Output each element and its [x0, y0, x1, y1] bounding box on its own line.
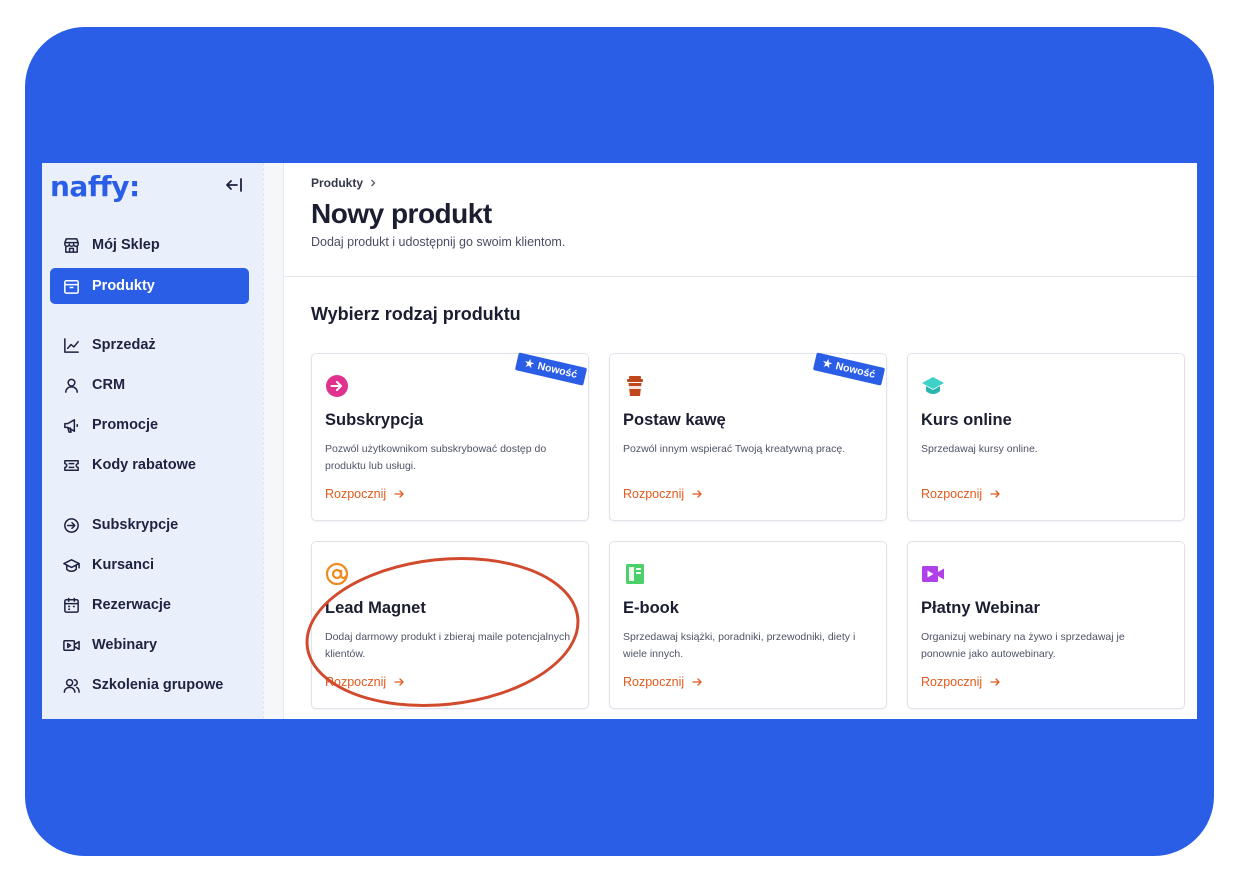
- card-title: Postaw kawę: [623, 411, 726, 429]
- arrow-left-bar-icon: [226, 178, 242, 192]
- product-card-subskrypcja[interactable]: Subskrypcja Pozwól użytkownikom subskryb…: [311, 352, 589, 521]
- arrow-right-icon: [692, 678, 703, 686]
- video-camera-icon: [61, 635, 81, 655]
- sidebar-item-label: Produkty: [92, 278, 155, 294]
- sidebar: naffy: Mój Sklep Produkty Sprzedaż CRM P…: [42, 163, 263, 719]
- sidebar-item-label: Szkolenia grupowe: [92, 677, 224, 693]
- card-description: Pozwól innym wspierać Twoją kreatywną pr…: [623, 443, 846, 455]
- new-badge-label: Nowość: [834, 360, 877, 381]
- sidebar-item-label: Sprzedaż: [92, 337, 156, 353]
- arrow-right-icon: [394, 490, 405, 498]
- start-link[interactable]: Rozpocznij: [623, 487, 703, 501]
- users-icon: [61, 675, 81, 695]
- start-link-label: Rozpocznij: [623, 675, 685, 689]
- card-title: Kurs online: [921, 411, 1012, 429]
- start-link[interactable]: Rozpocznij: [921, 487, 1001, 501]
- store-icon: [61, 235, 81, 255]
- calendar-icon: [61, 595, 81, 615]
- star-icon: ★: [821, 357, 834, 371]
- sidebar-item-label: CRM: [92, 377, 126, 393]
- sidebar-item-kursanci[interactable]: Kursanci: [50, 547, 249, 583]
- main-content: Produkty Nowy produkt Dodaj produkt i ud…: [284, 163, 1197, 719]
- sidebar-item-label: Rezerwacje: [92, 597, 171, 613]
- card-description: Organizuj webinary na żywo i sprzedawaj …: [921, 631, 1125, 660]
- product-card-platny-webinar[interactable]: Płatny Webinar Organizuj webinary na żyw…: [907, 541, 1185, 709]
- sidebar-item-rezerwacje[interactable]: Rezerwacje: [50, 587, 249, 623]
- arrow-right-icon: [692, 490, 703, 498]
- sidebar-item-label: Kursanci: [92, 557, 155, 573]
- start-link-label: Rozpocznij: [921, 675, 983, 689]
- naffy-logo[interactable]: naffy:: [50, 170, 140, 203]
- breadcrumb-link-produkty[interactable]: Produkty: [311, 176, 363, 190]
- sidebar-item-produkty[interactable]: Produkty: [50, 268, 249, 304]
- arrow-right-icon: [990, 678, 1001, 686]
- at-sign-icon: [325, 562, 349, 586]
- page-title: Nowy produkt: [311, 198, 492, 229]
- chart-line-icon: [61, 335, 81, 355]
- ticket-icon: [61, 455, 81, 475]
- product-card-e-book[interactable]: E-book Sprzedawaj książki, poradniki, pr…: [609, 541, 887, 709]
- sidebar-item-moj-sklep[interactable]: Mój Sklep: [50, 227, 249, 263]
- sidebar-item-label: Webinary: [92, 637, 158, 653]
- megaphone-icon: [61, 415, 81, 435]
- sidebar-item-webinary[interactable]: Webinary: [50, 627, 249, 663]
- sidebar-item-sprzedaz[interactable]: Sprzedaż: [50, 327, 249, 363]
- card-description: Pozwól użytkownikom subskrybować dostęp …: [325, 443, 547, 472]
- card-description: Sprzedawaj książki, poradniki, przewodni…: [623, 631, 856, 660]
- start-link-label: Rozpocznij: [325, 675, 387, 689]
- sidebar-item-kody-rabatowe[interactable]: Kody rabatowe: [50, 447, 249, 483]
- start-link-label: Rozpocznij: [921, 487, 983, 501]
- coffee-cup-icon: [627, 376, 643, 396]
- subscription-icon: [61, 515, 81, 535]
- product-card-lead-magnet[interactable]: Lead Magnet Dodaj darmowy produkt i zbie…: [311, 541, 589, 709]
- sidebar-item-label: Mój Sklep: [92, 237, 160, 253]
- start-link[interactable]: Rozpocznij: [623, 675, 703, 689]
- box-icon: [61, 276, 81, 296]
- user-icon: [61, 375, 81, 395]
- card-title: Płatny Webinar: [921, 599, 1040, 617]
- new-badge: ★ Nowość: [813, 352, 886, 386]
- arrow-right-icon: [990, 490, 1001, 498]
- card-title: E-book: [623, 599, 679, 617]
- start-link-label: Rozpocznij: [623, 487, 685, 501]
- sidebar-item-label: Kody rabatowe: [92, 457, 196, 473]
- header-divider: [284, 276, 1197, 277]
- sidebar-item-label: Subskrypcje: [92, 517, 179, 533]
- sidebar-divider: [263, 163, 284, 719]
- card-title: Lead Magnet: [325, 599, 426, 617]
- start-link[interactable]: Rozpocznij: [325, 487, 405, 501]
- section-title: Wybierz rodzaj produktu: [311, 304, 521, 324]
- card-description: Sprzedawaj kursy online.: [921, 443, 1038, 455]
- start-link[interactable]: Rozpocznij: [325, 675, 405, 689]
- sidebar-item-crm[interactable]: CRM: [50, 367, 249, 403]
- graduation-cap-icon: [61, 555, 81, 575]
- breadcrumb: Produkty: [311, 176, 377, 190]
- video-camera-icon: [922, 566, 944, 582]
- star-icon: ★: [523, 357, 536, 371]
- graduation-cap-icon: [922, 377, 944, 394]
- app-window: naffy: Mój Sklep Produkty Sprzedaż CRM P…: [42, 163, 1197, 719]
- sidebar-item-subskrypcje[interactable]: Subskrypcje: [50, 507, 249, 543]
- sidebar-item-promocje[interactable]: Promocje: [50, 407, 249, 443]
- collapse-sidebar-button[interactable]: [223, 174, 245, 196]
- chevron-right-icon: [371, 179, 376, 187]
- page-subtitle: Dodaj produkt i udostępnij go swoim klie…: [311, 235, 566, 249]
- sidebar-item-szkolenia-grupowe[interactable]: Szkolenia grupowe: [50, 667, 249, 703]
- ebook-icon: [626, 564, 644, 584]
- sidebar-item-label: Promocje: [92, 417, 159, 433]
- new-badge-label: Nowość: [536, 360, 579, 381]
- product-card-kurs-online[interactable]: Kurs online Sprzedawaj kursy online. Roz…: [907, 353, 1185, 521]
- card-title: Subskrypcja: [325, 411, 424, 429]
- card-description: Dodaj darmowy produkt i zbieraj maile po…: [325, 631, 571, 660]
- start-link-label: Rozpocznij: [325, 487, 387, 501]
- new-badge: ★ Nowość: [515, 352, 588, 386]
- start-link[interactable]: Rozpocznij: [921, 675, 1001, 689]
- subscription-icon: [326, 375, 348, 397]
- arrow-right-icon: [394, 678, 405, 686]
- product-card-postaw-kawe[interactable]: Postaw kawę Pozwól innym wspierać Twoją …: [609, 352, 887, 521]
